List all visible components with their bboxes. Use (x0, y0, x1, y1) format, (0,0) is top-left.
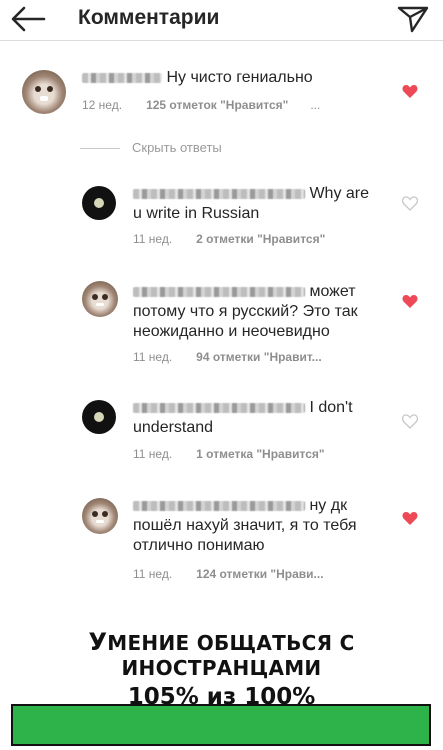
avatar[interactable] (82, 400, 116, 434)
username[interactable] (133, 286, 305, 297)
comment-time: 11 нед. (133, 567, 173, 581)
comment-time: 11 нед. (133, 350, 173, 364)
avatar[interactable] (22, 70, 66, 114)
heart-icon[interactable] (402, 511, 418, 526)
likes-count[interactable]: 1 отметка "Нравится" (196, 447, 324, 461)
comment-text: I don't understand (133, 399, 353, 436)
comment-text: Why are u write in Russian (133, 185, 370, 222)
comment-time: 12 нед. (82, 98, 123, 112)
comment-text: может потому что я русский? Это так неож… (133, 283, 358, 340)
meme-caption: УМЕНИЕ ОБЩАТЬСЯ С ИНОСТРАНЦАМИ 105% из 1… (0, 628, 443, 710)
comment-text: Ну чисто гениально (82, 68, 392, 88)
username[interactable] (82, 72, 162, 83)
username[interactable] (133, 188, 305, 199)
avatar[interactable] (82, 281, 118, 317)
page-title: Комментарии (78, 6, 220, 29)
caption-line-1: УМЕНИЕ ОБЩАТЬСЯ С ИНОСТРАНЦАМИ (88, 628, 355, 680)
more-options[interactable]: ... (310, 98, 320, 112)
progress-fill (13, 706, 429, 744)
username[interactable] (133, 402, 305, 413)
comment-meta: 11 нед. 94 отметки "Нравит... (133, 350, 322, 364)
hide-replies-toggle[interactable]: Скрыть ответы (80, 140, 222, 155)
app-header: Комментарии (0, 0, 443, 41)
likes-count[interactable]: 2 отметки "Нравится" (196, 232, 325, 246)
paper-plane-icon[interactable] (396, 4, 430, 34)
avatar[interactable] (82, 186, 116, 220)
likes-count[interactable]: 94 отметки "Нравит... (196, 350, 322, 364)
comment-time: 11 нед. (133, 447, 173, 461)
heart-outline-icon[interactable] (402, 414, 418, 429)
heart-outline-icon[interactable] (402, 196, 418, 211)
arrow-left-icon[interactable] (10, 6, 46, 32)
comment-meta: 11 нед. 2 отметки "Нравится" (133, 232, 325, 246)
comment-time: 11 нед. (133, 232, 173, 246)
comment-text: ну дк пошёл нахуй значит, я то тебя отли… (133, 497, 357, 554)
comment-meta: 12 нед. 125 отметок "Нравится"... (82, 98, 320, 112)
comment-meta: 11 нед. 124 отметки "Нрави... (133, 567, 324, 581)
likes-count[interactable]: 125 отметок "Нравится" (146, 98, 288, 112)
likes-count[interactable]: 124 отметки "Нрави... (196, 567, 323, 581)
heart-icon[interactable] (402, 84, 418, 99)
username[interactable] (133, 500, 305, 511)
heart-icon[interactable] (402, 294, 418, 309)
avatar[interactable] (82, 498, 118, 534)
comment-meta: 11 нед. 1 отметка "Нравится" (133, 447, 325, 461)
progress-bar (11, 704, 431, 746)
